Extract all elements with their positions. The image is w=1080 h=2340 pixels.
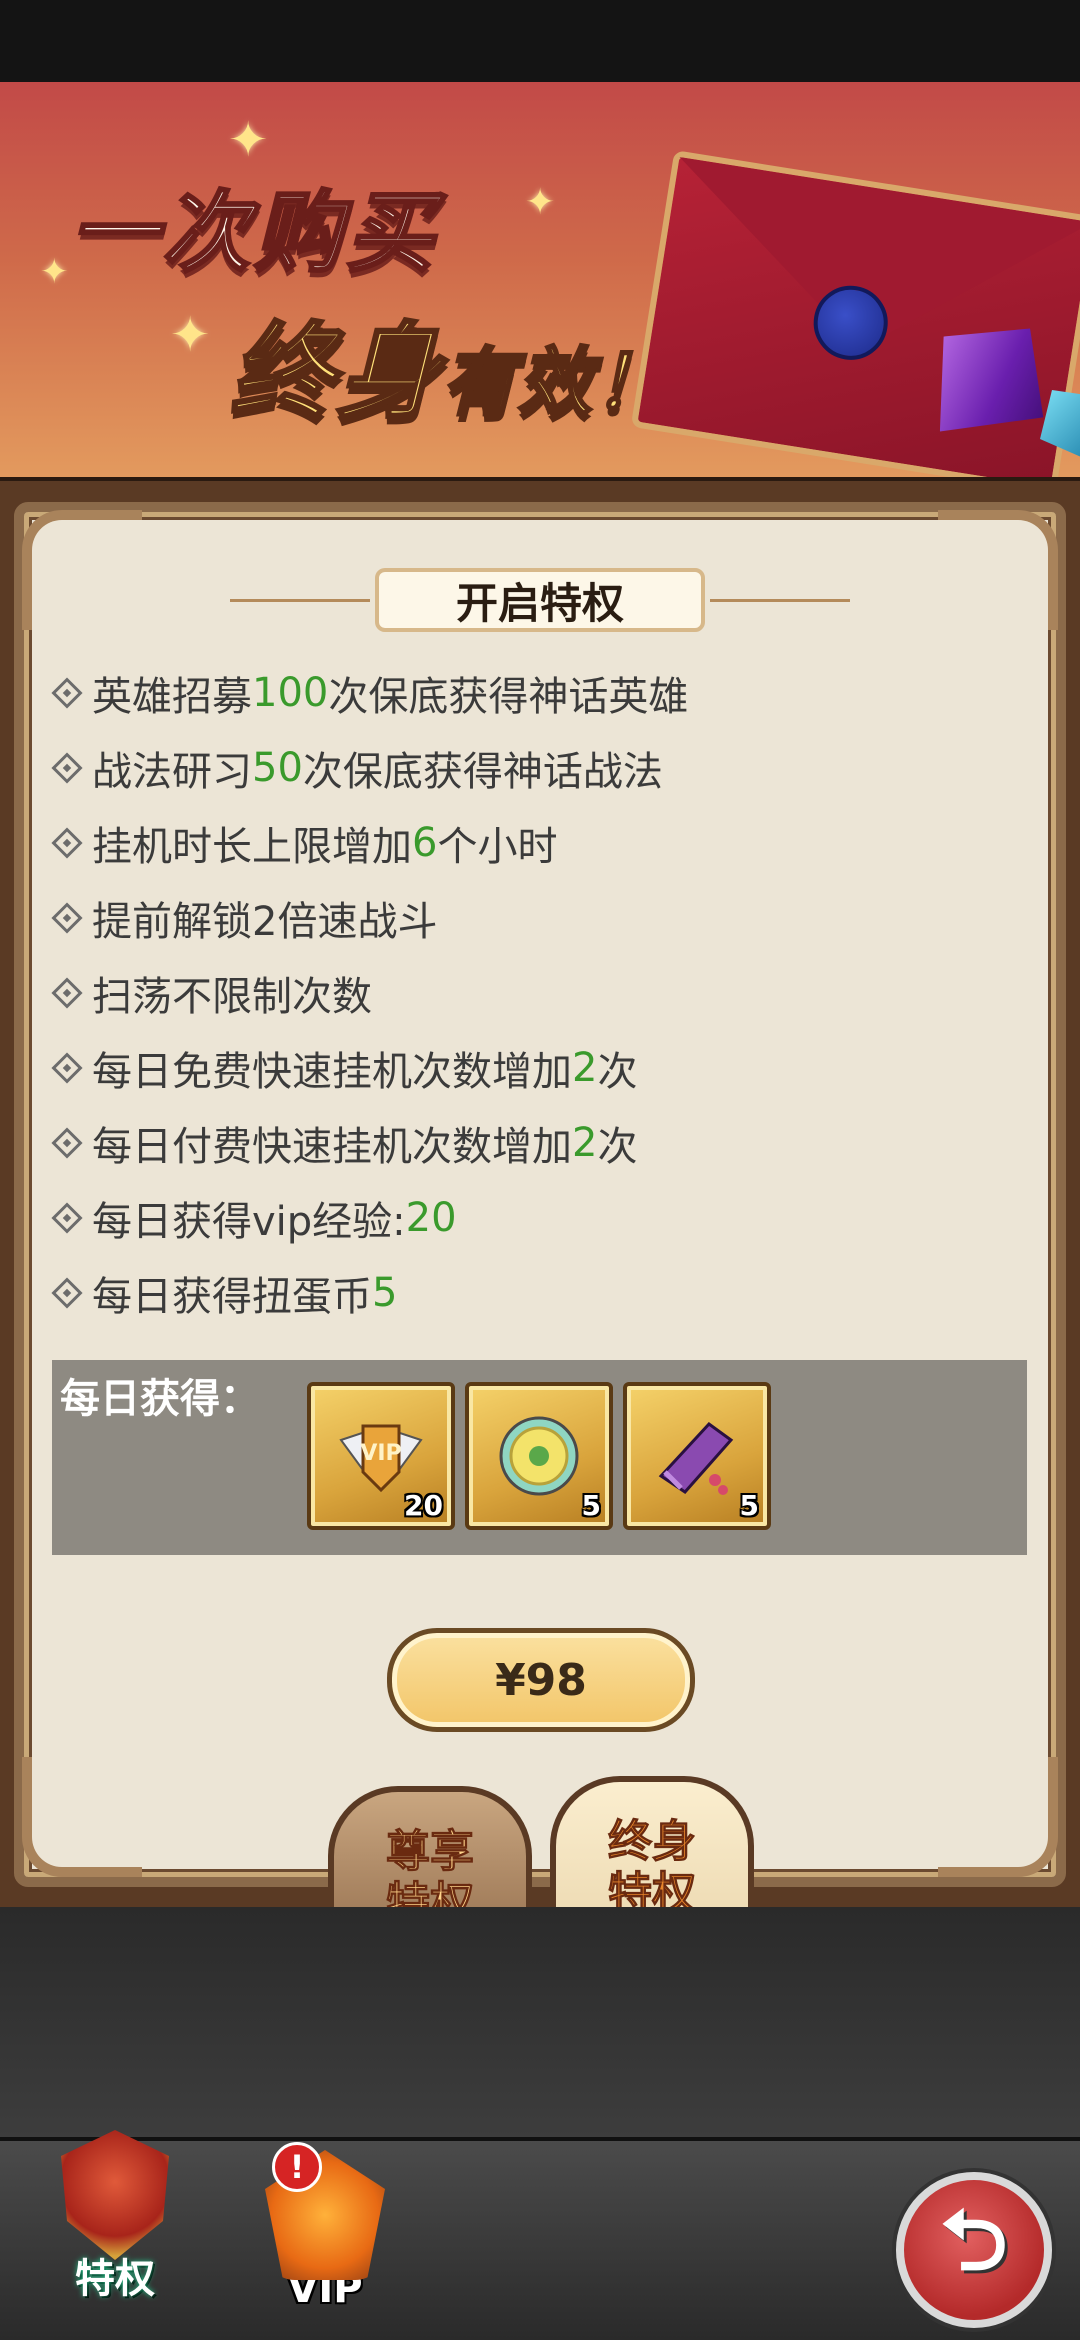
- ornament-corner: [22, 1757, 142, 1877]
- perk-highlight: 100: [252, 669, 329, 716]
- perk-item: 扫荡不限制次数: [48, 955, 1038, 1030]
- perk-highlight: 6: [412, 819, 438, 866]
- ornament-corner: [938, 510, 1058, 630]
- diamond-bullet-icon: [51, 976, 83, 1009]
- reward-count: 5: [581, 1489, 601, 1522]
- tab-label: 终身: [608, 1816, 697, 1868]
- section-title-text: 开启特权: [455, 578, 624, 628]
- perk-highlight: 2: [572, 1044, 598, 1091]
- section-title: 开启特权: [375, 568, 705, 632]
- reward-item-scroll[interactable]: 5: [623, 1382, 771, 1530]
- perk-item: 英雄招募 100 次保底获得神话英雄: [48, 655, 1038, 730]
- diamond-bullet-icon: [51, 751, 83, 784]
- perk-text: 英雄招募: [92, 673, 252, 720]
- banner-headline-2-big: 终身: [228, 310, 443, 435]
- perk-text: 提前解锁2倍速战斗: [92, 898, 438, 945]
- reward-count: 20: [404, 1489, 443, 1522]
- title-divider: [230, 599, 370, 602]
- sparkle-icon: ✦: [40, 252, 69, 292]
- perk-text: 每日获得vip经验:: [92, 1198, 406, 1245]
- nav-vip[interactable]: VIP: [250, 2150, 400, 2340]
- shield-icon: [61, 2130, 169, 2260]
- banner-headline-1: 一次购买: [68, 180, 439, 286]
- perk-highlight: 2: [572, 1119, 598, 1166]
- diamond-bullet-icon: [51, 826, 83, 859]
- gacha-coin-icon: [499, 1416, 579, 1496]
- sparkle-icon: ✦: [170, 307, 211, 363]
- perk-highlight: 5: [372, 1269, 398, 1316]
- ornament-corner: [938, 1757, 1058, 1877]
- reward-count: 5: [739, 1489, 759, 1522]
- reward-item-coin[interactable]: 5: [465, 1382, 613, 1530]
- perk-item: 提前解锁2倍速战斗: [48, 880, 1038, 955]
- perk-highlight: 20: [405, 1194, 457, 1241]
- perk-item: 每日获得vip经验: 20: [48, 1180, 1038, 1255]
- reward-item-vip[interactable]: VIP 20: [307, 1382, 455, 1530]
- red-envelope-icon: [630, 150, 1080, 477]
- perk-text: 每日免费快速挂机次数增加: [92, 1048, 572, 1095]
- diamond-bullet-icon: [51, 1201, 83, 1234]
- perk-item: 战法研习 50 次保底获得神话战法: [48, 730, 1038, 805]
- perk-list[interactable]: 英雄招募 100 次保底获得神话英雄 战法研习 50 次保底获得神话战法 挂机时长上限增…: [48, 655, 1038, 1355]
- daily-rewards-label: 每日获得：: [60, 1376, 260, 1422]
- perk-text: 次: [597, 1048, 638, 1095]
- perk-text: 次保底获得神话战法: [302, 748, 663, 795]
- perk-text: 次: [597, 1123, 638, 1170]
- diamond-bullet-icon: [51, 676, 83, 709]
- perk-text: 战法研习: [92, 748, 252, 795]
- perk-text: 个小时: [437, 823, 558, 870]
- svg-text:VIP: VIP: [360, 1441, 401, 1466]
- alert-badge-icon: !: [272, 2142, 322, 2192]
- ornament-corner: [22, 510, 142, 630]
- diamond-bullet-icon: [51, 1276, 83, 1309]
- sparkle-icon: ✦: [525, 182, 556, 223]
- tab-label: 尊享: [386, 1826, 475, 1878]
- diamond-bullet-icon: [51, 1051, 83, 1084]
- purple-scroll-icon: [658, 1422, 734, 1495]
- perk-highlight: 50: [252, 744, 303, 791]
- perk-text: 次保底获得神话英雄: [328, 673, 689, 720]
- diamond-bullet-icon: [51, 901, 83, 934]
- banner-headline-2: 终身有效！: [228, 287, 670, 438]
- perk-text: 每日获得扭蛋币: [92, 1273, 372, 1320]
- purchase-price: ¥98: [495, 1654, 587, 1706]
- perk-text: 每日付费快速挂机次数增加: [92, 1123, 572, 1170]
- perk-text: 挂机时长上限增加: [92, 823, 412, 870]
- back-button[interactable]: ⮌: [896, 2172, 1052, 2328]
- promo-banner: ✦ ✦ ✦ ✦ ✦ 一次购买 终身有效！: [0, 82, 1080, 477]
- perk-item: 每日付费快速挂机次数增加 2 次: [48, 1105, 1038, 1180]
- back-arrow-icon: ⮌: [940, 2190, 1008, 2289]
- status-bar: [0, 0, 1080, 82]
- perk-item: 每日获得扭蛋币 5: [48, 1255, 1038, 1330]
- daily-rewards: 每日获得： VIP 20 5 5: [52, 1360, 1027, 1555]
- nav-privilege[interactable]: 特权: [40, 2130, 190, 2320]
- background-area: [0, 1907, 1080, 2137]
- perk-item: 每日免费快速挂机次数增加 2 次: [48, 1030, 1038, 1105]
- perk-text: 扫荡不限制次数: [92, 973, 372, 1020]
- perk-item: 挂机时长上限增加 6 个小时: [48, 805, 1038, 880]
- diamond-bullet-icon: [51, 1126, 83, 1159]
- sparkle-icon: ✦: [228, 112, 269, 168]
- title-divider: [710, 599, 850, 602]
- purchase-button[interactable]: ¥98: [387, 1628, 695, 1732]
